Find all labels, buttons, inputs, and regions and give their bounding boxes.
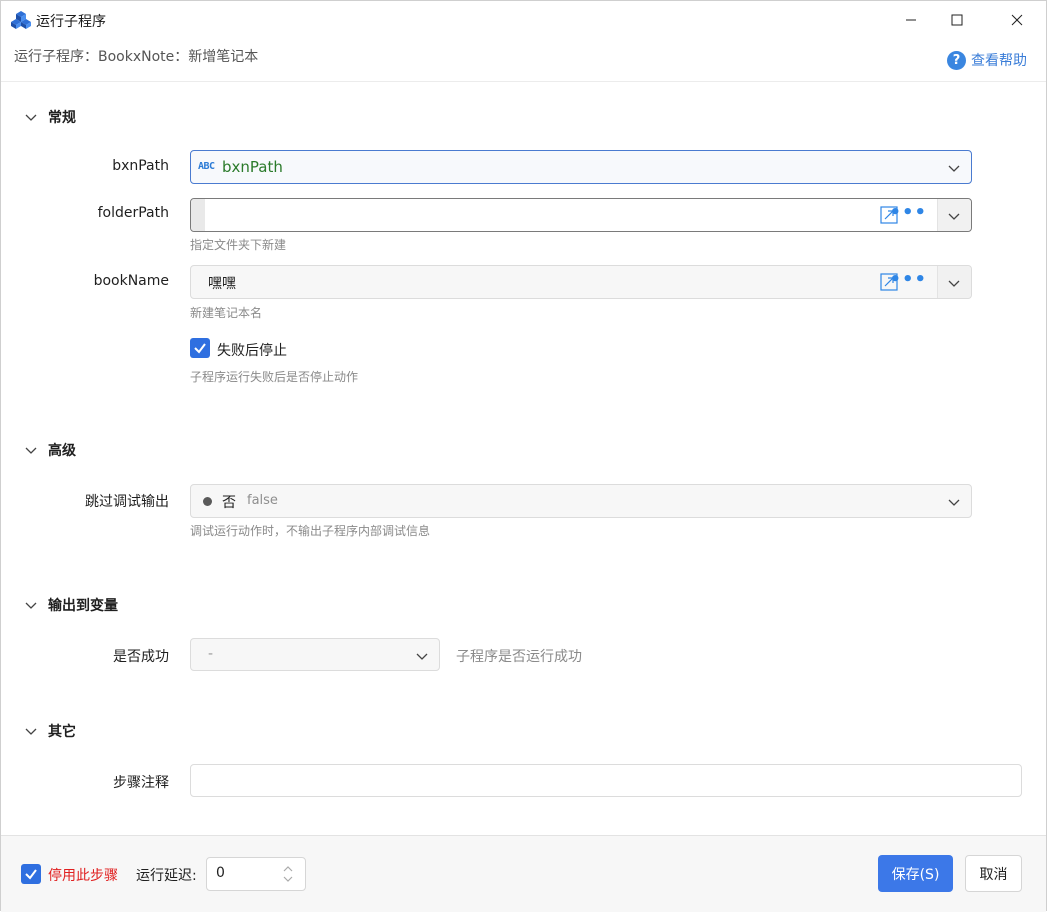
maximize-button[interactable]	[934, 1, 980, 39]
bookname-value: 嘿嘿	[208, 276, 236, 292]
dialog-subtitle: 运行子程序：BookxNote：新增笔记本	[14, 49, 259, 65]
help-link[interactable]: ? 查看帮助	[947, 50, 1027, 70]
folderpath-hint: 指定文件夹下新建	[190, 238, 287, 252]
chevron-down-icon	[416, 653, 428, 660]
run-delay-label: 运行延迟:	[136, 868, 197, 884]
chevron-down-icon	[948, 280, 960, 287]
stop-on-fail-checkbox[interactable]	[190, 338, 210, 358]
cancel-button[interactable]: 取消	[965, 855, 1022, 892]
dialog-window: 运行子程序 运行子程序：BookxNote：新增笔记本 ? 查看帮助 常规 bx…	[0, 0, 1047, 912]
spinner-arrows-icon[interactable]	[282, 864, 294, 884]
folderpath-input[interactable]: •••	[190, 198, 972, 232]
stop-on-fail-hint: 子程序运行失败后是否停止动作	[190, 370, 359, 384]
skip-debug-value: 否	[222, 495, 236, 511]
folderpath-label: folderPath	[97, 205, 169, 221]
bookname-label: bookName	[93, 273, 169, 289]
help-label: 查看帮助	[971, 53, 1027, 69]
run-delay-stepper[interactable]: 0	[206, 857, 306, 891]
step-note-label: 步骤注释	[113, 775, 169, 791]
section-general-title: 常规	[48, 110, 76, 126]
section-general-header[interactable]: 常规	[23, 107, 76, 127]
checkmark-icon	[25, 869, 37, 880]
disable-step-checkbox[interactable]	[21, 864, 41, 884]
chevron-down-icon	[25, 447, 37, 454]
stop-on-fail-label[interactable]: 失败后停止	[217, 340, 287, 360]
bxnpath-label: bxnPath	[112, 158, 169, 174]
bookname-input[interactable]: 嘿嘿 •••	[190, 265, 972, 299]
chevron-down-icon	[948, 165, 960, 172]
app-cubes-icon	[11, 11, 31, 29]
window-title: 运行子程序	[36, 14, 106, 30]
minimize-icon	[906, 19, 916, 21]
section-advanced-header[interactable]: 高级	[23, 440, 76, 460]
section-other-title: 其它	[48, 724, 76, 740]
disable-step-label[interactable]: 停用此步骤	[48, 865, 118, 885]
section-other-header[interactable]: 其它	[23, 721, 76, 741]
close-icon	[1011, 14, 1023, 26]
success-hint: 子程序是否运行成功	[456, 649, 582, 665]
chevron-down-icon	[25, 114, 37, 121]
maximize-icon	[951, 14, 963, 26]
chevron-down-icon	[948, 213, 960, 220]
success-value: -	[208, 646, 214, 662]
more-options-icon[interactable]: •••	[889, 269, 927, 290]
success-variable-select[interactable]: -	[190, 638, 440, 671]
more-options-icon[interactable]: •••	[889, 202, 927, 223]
skip-debug-label: 跳过调试输出	[85, 494, 169, 510]
title-bar: 运行子程序	[1, 1, 1046, 39]
subtitle-bar: 运行子程序：BookxNote：新增笔记本 ? 查看帮助	[1, 39, 1046, 82]
section-output-title: 输出到变量	[48, 598, 118, 614]
chevron-down-icon	[25, 728, 37, 735]
chevron-down-icon	[948, 499, 960, 506]
folderpath-dropdown-toggle[interactable]	[937, 199, 971, 231]
skip-debug-raw: false	[247, 493, 278, 508]
bxnpath-value: bxnPath	[222, 158, 283, 176]
minimize-button[interactable]	[888, 1, 934, 39]
status-dot-icon	[203, 497, 212, 506]
close-button[interactable]	[994, 1, 1040, 39]
success-label: 是否成功	[113, 649, 169, 665]
save-button[interactable]: 保存(S)	[878, 855, 953, 892]
skip-debug-hint: 调试运行动作时，不输出子程序内部调试信息	[190, 524, 431, 538]
bookname-dropdown-toggle[interactable]	[937, 266, 971, 298]
help-icon: ?	[947, 50, 966, 70]
section-output-header[interactable]: 输出到变量	[23, 595, 118, 615]
dialog-footer: 停用此步骤 运行延迟: 0 保存(S) 取消	[1, 835, 1046, 912]
section-advanced-title: 高级	[48, 443, 76, 459]
chevron-down-icon	[25, 602, 37, 609]
input-gutter	[191, 199, 205, 231]
skip-debug-select[interactable]: 否 false	[190, 484, 972, 518]
bxnpath-select[interactable]: ABC bxnPath	[190, 150, 972, 184]
step-note-input[interactable]	[190, 764, 1022, 797]
string-type-icon: ABC	[198, 161, 215, 172]
bookname-hint: 新建笔记本名	[190, 306, 263, 320]
run-delay-value: 0	[216, 865, 225, 881]
checkmark-icon	[194, 343, 206, 354]
